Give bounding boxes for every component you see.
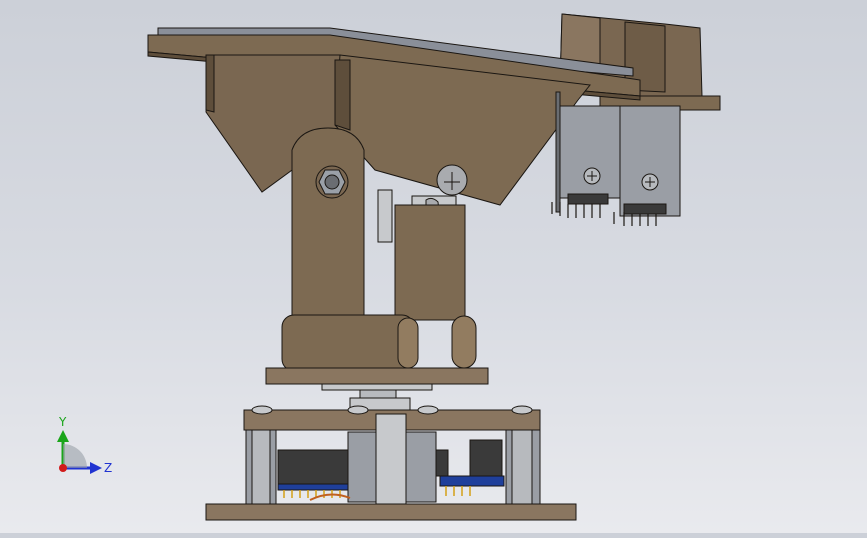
pcb-board bbox=[439, 475, 505, 487]
side-arm-left bbox=[291, 127, 365, 323]
x-axis-origin bbox=[59, 464, 67, 472]
triad-plane bbox=[63, 444, 87, 468]
coordinate-triad: Y Z bbox=[57, 415, 112, 475]
cad-viewport[interactable]: Y Z bbox=[0, 0, 867, 533]
tilt-servo-pair bbox=[551, 91, 681, 226]
base-bottom-plate bbox=[205, 503, 577, 521]
header-block bbox=[277, 449, 349, 485]
side-arm-right bbox=[394, 164, 468, 321]
lower-base bbox=[205, 405, 577, 521]
pan-base-yoke bbox=[265, 314, 489, 385]
servo-right bbox=[619, 105, 681, 217]
z-axis-label: Z bbox=[104, 461, 112, 475]
pan-servo-body bbox=[375, 413, 407, 505]
y-axis-label: Y bbox=[58, 415, 67, 429]
pan-tilt-assembly-drawing: Y Z bbox=[57, 13, 721, 521]
